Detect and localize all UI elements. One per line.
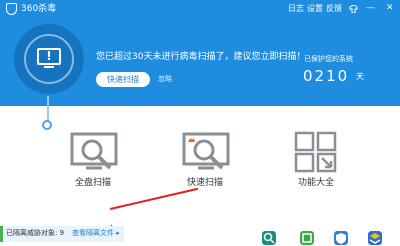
sandbox-tool-icon[interactable]: [300, 231, 314, 245]
layers-tool-icon[interactable]: [368, 231, 382, 245]
quick-scan-button[interactable]: 快速扫描: [96, 72, 150, 87]
days-unit: 天: [356, 72, 364, 81]
protected-days-counter: 0210: [303, 66, 349, 85]
all-functions-tile[interactable]: [292, 130, 340, 174]
feedback-link[interactable]: 反馈: [326, 4, 342, 14]
threat-count: 已隔离威胁对象: 9: [6, 229, 65, 237]
days-digit: 0: [337, 67, 350, 85]
days-digit: 2: [314, 67, 327, 85]
timeline-line: [47, 96, 49, 122]
grid-tiles-icon: [294, 131, 337, 173]
caret-right-icon: ▸: [116, 229, 120, 237]
days-digit: 1: [326, 67, 338, 85]
app-title: 360杀毒: [21, 4, 57, 14]
scan-tool-icon[interactable]: [262, 231, 276, 245]
titlebar: 360杀毒 日志 设置 反馈 — ✕: [0, 0, 400, 20]
warning-message: 您已超过30天未进行病毒扫描了，建议您立即扫描！: [96, 52, 306, 62]
timeline-dot: [42, 120, 52, 130]
settings-link[interactable]: 设置: [307, 4, 323, 14]
full-scan-tile[interactable]: [66, 130, 126, 174]
protected-days-label: 已保护您的系统: [304, 55, 353, 63]
days-digit: 0: [303, 67, 315, 85]
log-link[interactable]: 日志: [288, 4, 304, 14]
exclamation-icon: !: [46, 49, 52, 63]
all-functions-label[interactable]: 功能大全: [298, 178, 334, 189]
quarantine-indicator: [0, 226, 3, 242]
quick-scan-label[interactable]: 快速扫描: [187, 178, 223, 189]
view-isolated-files-link[interactable]: 查看隔离文件 ▸: [72, 229, 120, 238]
ignore-link[interactable]: 忽略: [158, 74, 172, 84]
flame-magnifier-icon: [182, 132, 230, 170]
skin-icon[interactable]: [349, 5, 358, 13]
magnifier-monitor-icon: [70, 132, 118, 170]
protection-tool-icon[interactable]: [334, 231, 348, 245]
annotation-arrow: [110, 187, 199, 210]
app-logo-icon: [6, 3, 17, 15]
quick-scan-tile[interactable]: [178, 130, 238, 174]
minimize-button[interactable]: —: [366, 3, 375, 14]
monitor-stand: [44, 66, 54, 68]
close-button[interactable]: ✕: [386, 3, 394, 14]
full-scan-label[interactable]: 全盘扫描: [75, 178, 111, 189]
